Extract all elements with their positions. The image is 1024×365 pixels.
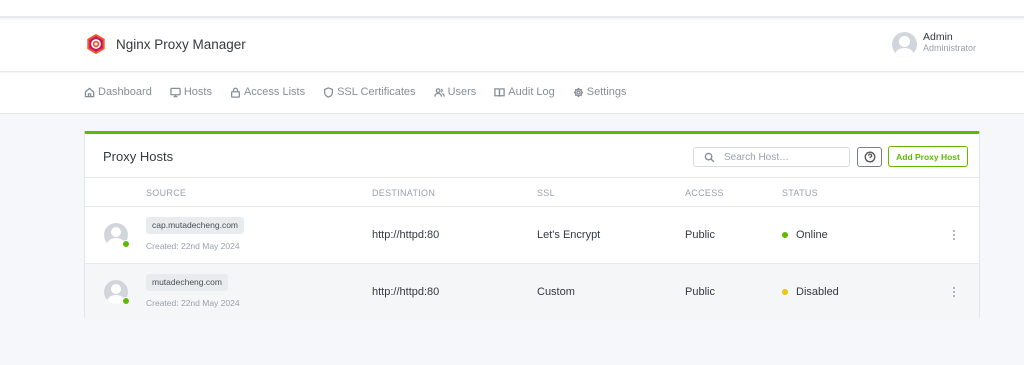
- add-proxy-host-button[interactable]: Add Proxy Host: [888, 146, 968, 167]
- monitor-icon: [170, 87, 181, 97]
- column-header-access: ACCESS: [685, 188, 724, 198]
- nav-item-label: Hosts: [183, 86, 212, 98]
- access-cell: Public: [685, 286, 715, 298]
- user-name: Admin: [923, 31, 953, 43]
- user-avatar[interactable]: [892, 32, 917, 57]
- column-header-ssl: SSL: [537, 188, 555, 198]
- table-header: SOURCE DESTINATION SSL ACCESS STATUS: [85, 178, 979, 207]
- nav-item-label: Settings: [586, 86, 627, 98]
- row-menu-button[interactable]: [951, 229, 957, 241]
- brand[interactable]: Nginx Proxy Manager: [85, 33, 246, 55]
- table-row[interactable]: cap.mutadecheng.com Created: 22nd May 20…: [85, 207, 979, 264]
- book-icon: [494, 87, 506, 97]
- owner-online-indicator: [122, 240, 130, 248]
- nav-item-hosts[interactable]: Hosts: [170, 86, 212, 98]
- user-menu[interactable]: Admin Administrator: [892, 31, 977, 57]
- nav-item-users[interactable]: Users: [433, 86, 477, 98]
- app-title: Nginx Proxy Manager: [116, 36, 246, 52]
- lock-icon: [230, 87, 240, 98]
- nav-item-label: Users: [447, 86, 477, 98]
- main-nav: Dashboard Hosts Access Lists SSL Certifi…: [0, 73, 1024, 114]
- user-role: Administrator: [923, 42, 977, 53]
- status-dot: [782, 289, 788, 295]
- column-header-status: STATUS: [782, 188, 818, 198]
- nav-item-settings[interactable]: Settings: [573, 86, 627, 98]
- nginx-proxy-manager-logo-icon: [87, 33, 105, 55]
- search-icon: [704, 152, 715, 162]
- home-icon: [84, 87, 95, 97]
- created-date: Created: 22nd May 2024: [146, 241, 240, 251]
- status-label: Disabled: [796, 286, 839, 298]
- nav-item-label: Audit Log: [508, 86, 555, 98]
- table-row[interactable]: mutadecheng.com Created: 22nd May 2024 h…: [85, 264, 979, 320]
- nav-item-label: Dashboard: [98, 86, 152, 98]
- header: Nginx Proxy Manager Admin Administrator: [0, 20, 1024, 72]
- help-button[interactable]: [857, 147, 882, 167]
- status-cell: Disabled: [782, 286, 839, 298]
- nav-item-dashboard[interactable]: Dashboard: [84, 86, 152, 98]
- users-icon: [433, 87, 445, 97]
- owner-online-indicator: [122, 297, 130, 305]
- status-label: Online: [796, 229, 828, 241]
- nav-item-label: Access Lists: [243, 86, 306, 98]
- nav-item-access-lists[interactable]: Access Lists: [230, 86, 305, 98]
- nav-item-ssl-certificates[interactable]: SSL Certificates: [323, 86, 416, 98]
- search-box[interactable]: [693, 147, 850, 167]
- column-header-destination: DESTINATION: [372, 188, 436, 198]
- destination-cell: http://httpd:80: [372, 229, 440, 241]
- status-cell: Online: [782, 229, 828, 241]
- card-header: Proxy Hosts Add Proxy Host: [85, 134, 979, 178]
- gear-icon: [573, 87, 583, 97]
- search-input[interactable]: [724, 151, 844, 163]
- domain-tag[interactable]: cap.mutadecheng.com: [146, 217, 244, 234]
- card-title: Proxy Hosts: [103, 149, 174, 164]
- ssl-cell: Custom: [537, 286, 575, 298]
- proxy-hosts-card: Proxy Hosts Add Proxy Host SOURCE DESTIN…: [84, 131, 980, 320]
- nav-item-label: SSL Certificates: [337, 86, 416, 98]
- access-cell: Public: [685, 229, 715, 241]
- column-header-source: SOURCE: [146, 188, 187, 198]
- row-menu-button[interactable]: [951, 286, 957, 298]
- ssl-cell: Let's Encrypt: [537, 229, 601, 241]
- destination-cell: http://httpd:80: [372, 286, 440, 298]
- nav-item-audit-log[interactable]: Audit Log: [494, 86, 555, 98]
- status-dot: [782, 232, 788, 238]
- created-date: Created: 22nd May 2024: [146, 298, 240, 308]
- domain-tag[interactable]: mutadecheng.com: [146, 274, 228, 291]
- shield-icon: [324, 86, 334, 98]
- top-strip: [0, 0, 1024, 18]
- help-circle-icon: [864, 151, 875, 163]
